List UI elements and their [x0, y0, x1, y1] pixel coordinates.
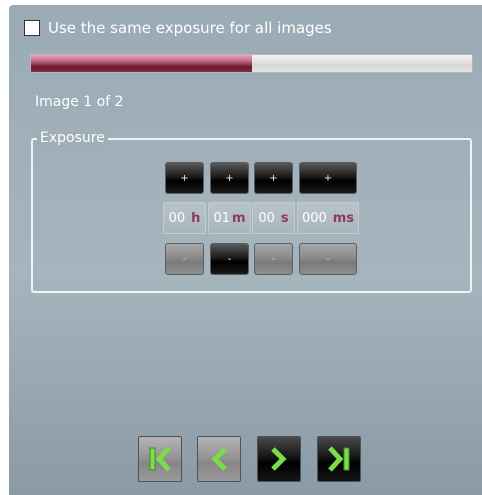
same-exposure-option[interactable]: Use the same exposure for all images — [24, 17, 332, 39]
hours-decrement-button[interactable]: - — [165, 243, 204, 275]
image-counter: Image 1 of 2 — [35, 94, 124, 110]
minutes-increment-button[interactable]: + — [210, 162, 249, 194]
image-progress-fill — [31, 55, 252, 72]
same-exposure-checkbox[interactable] — [24, 20, 40, 36]
seconds-decrement-button[interactable]: - — [254, 243, 293, 275]
hours-value: 00 — [168, 210, 186, 226]
exposure-group: Exposure + + + + 00 h 01 m 00 s 000 ms -… — [31, 129, 472, 293]
exposure-group-title: Exposure — [37, 129, 108, 147]
hours-increment-button[interactable]: + — [165, 162, 204, 194]
seconds-value: 00 — [258, 210, 275, 226]
previous-icon — [211, 447, 227, 471]
previous-image-button[interactable] — [197, 436, 241, 482]
next-image-button[interactable] — [257, 436, 301, 482]
seconds-field[interactable]: 00 s — [252, 202, 295, 234]
milliseconds-increment-button[interactable]: + — [299, 162, 357, 194]
image-progress-bar — [30, 54, 473, 73]
first-image-button[interactable] — [138, 436, 182, 482]
last-image-button[interactable] — [317, 436, 361, 482]
seconds-unit: s — [280, 210, 289, 226]
hours-field[interactable]: 00 h — [163, 202, 206, 234]
minutes-value: 01 — [213, 210, 230, 226]
exposure-panel: Use the same exposure for all images Ima… — [9, 5, 482, 495]
first-icon — [149, 446, 171, 472]
minutes-unit: m — [232, 210, 246, 226]
seconds-increment-button[interactable]: + — [254, 162, 293, 194]
milliseconds-decrement-button[interactable]: - — [299, 243, 357, 275]
next-icon — [271, 447, 287, 471]
same-exposure-label[interactable]: Use the same exposure for all images — [48, 19, 332, 37]
milliseconds-value: 000 — [301, 210, 327, 226]
minutes-decrement-button[interactable]: - — [210, 243, 249, 275]
minutes-field[interactable]: 01 m — [208, 202, 251, 234]
hours-unit: h — [191, 210, 201, 226]
last-icon — [328, 446, 350, 472]
milliseconds-unit: ms — [332, 210, 355, 226]
milliseconds-field[interactable]: 000 ms — [297, 202, 359, 234]
